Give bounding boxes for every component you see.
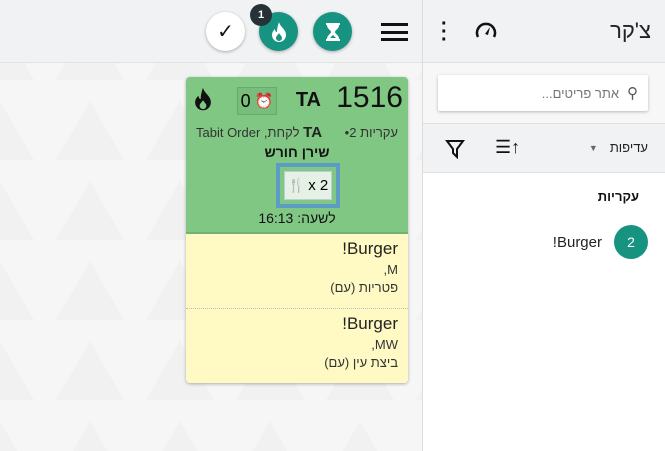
fire-count-badge: 1 [250, 4, 272, 26]
search-box: ⚲ [438, 75, 648, 111]
timer-value: 0 [240, 90, 251, 111]
more-options-icon[interactable]: · · · [441, 14, 448, 50]
timer-box: 0 ⏰ [237, 87, 277, 115]
sort-select[interactable]: עדיפות ▼ [589, 140, 648, 155]
section-header: עקריות [597, 189, 639, 204]
item-modifier: ביצת עין (עם) [324, 355, 398, 370]
courses-count: עקריות 2• [344, 125, 398, 140]
top-bar: ✓ 1 [0, 0, 422, 63]
customer-name: שירן חורש [264, 144, 330, 160]
search-input[interactable] [459, 85, 619, 101]
order-item[interactable]: Burger! M, פטריות (עם) [186, 234, 408, 308]
item-count-badge: 2 [614, 225, 648, 259]
dropdown-arrow-icon: ▼ [588, 143, 598, 153]
filter-icon[interactable] [445, 139, 465, 159]
check-icon: ✓ [217, 21, 234, 43]
menu-icon[interactable] [381, 23, 408, 41]
order-type: TA [295, 89, 321, 111]
item-name: Burger! [552, 233, 602, 251]
sort-order-icon[interactable]: ↑☰ [495, 137, 520, 158]
sidebar-list-item[interactable]: 2 Burger! [553, 225, 648, 259]
item-size: MW, [371, 337, 398, 352]
item-modifier: פטריות (עם) [330, 280, 398, 295]
alarm-clock-icon: ⏰ [254, 93, 274, 110]
order-source: TA לקחת, Tabit Order [196, 124, 323, 141]
pickup-time: לשעה: 16:13 [258, 210, 336, 226]
hourglass-button[interactable] [313, 12, 352, 51]
speedometer-icon[interactable] [475, 20, 497, 40]
sidebar: צ'קר ··· ⚲ עדיפות▼ ↑☰ עקריות 2 Burger! [422, 0, 665, 451]
done-button[interactable]: ✓ [206, 12, 245, 51]
fire-icon [271, 21, 286, 42]
order-card[interactable]: 1516 TA 0 ⏰ עקריות 2• TA לקחת, Tabit Orde… [186, 77, 408, 383]
sidebar-title: צ'קר [610, 18, 651, 43]
item-name: Burger! [342, 314, 398, 333]
item-name: Burger! [342, 239, 398, 258]
diners-box[interactable]: 🍴 x 2 [276, 163, 340, 208]
hourglass-icon [325, 22, 340, 41]
search-icon: ⚲ [627, 85, 638, 102]
item-size: M, [383, 262, 398, 277]
order-number: 1516 [336, 81, 403, 114]
cutlery-icon: 🍴 [287, 177, 306, 193]
fire-icon[interactable] [194, 87, 212, 116]
diners-count: x 2 [308, 177, 329, 194]
order-item[interactable]: Burger! MW, ביצת עין (עם) [186, 308, 408, 382]
